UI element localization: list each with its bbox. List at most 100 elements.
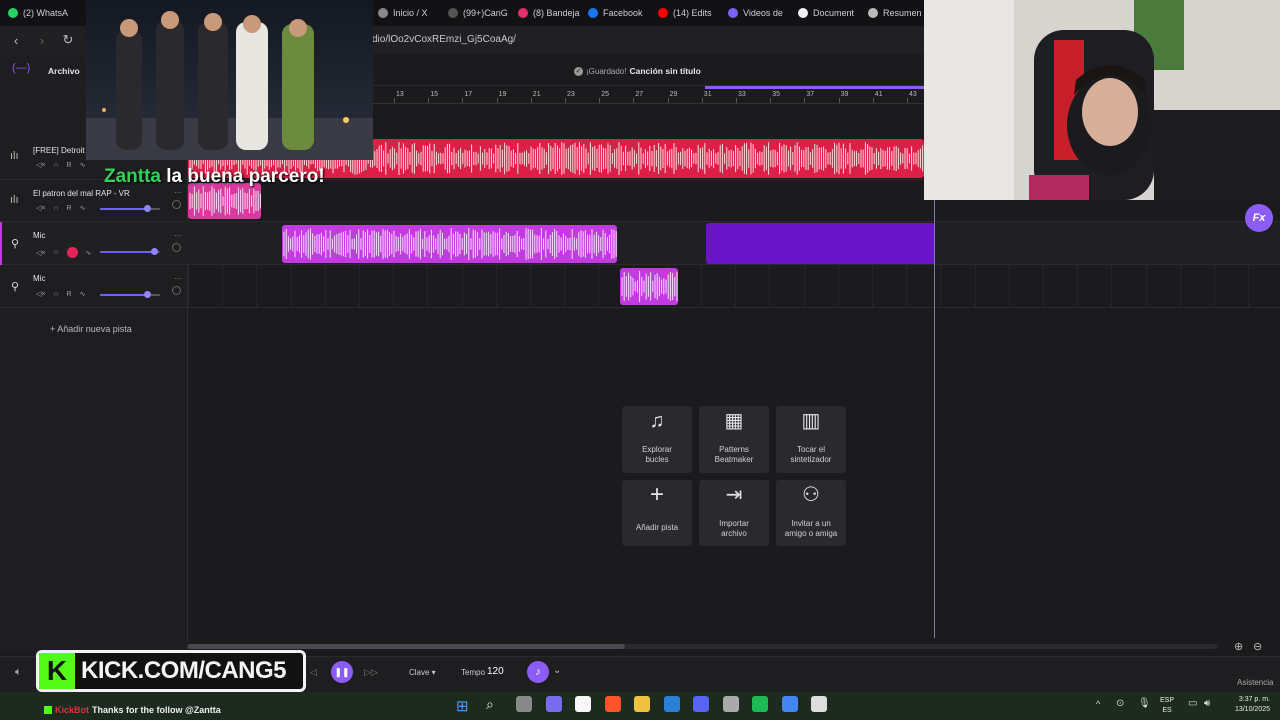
browser-tab[interactable]: Document <box>790 0 860 26</box>
pan-knob[interactable] <box>172 243 181 252</box>
help-label[interactable]: Asistencia <box>1237 678 1273 687</box>
headphones-icon[interactable]: ∩ <box>53 205 58 212</box>
fx-button[interactable]: Fx <box>1245 204 1273 232</box>
audio-clip[interactable] <box>282 225 617 263</box>
headphones-icon[interactable]: ∩ <box>53 162 58 169</box>
browser-tab[interactable]: Videos de <box>720 0 790 26</box>
zoom-in-icon[interactable]: ⊕ <box>1234 640 1243 653</box>
track-controls: ◁× ∩ R ∿ <box>36 290 86 299</box>
browser-tab[interactable]: Facebook <box>580 0 650 26</box>
audio-clip[interactable] <box>620 268 678 305</box>
automation-icon[interactable]: ∿ <box>80 161 86 169</box>
windows-start-icon[interactable]: ⊞ <box>456 697 469 715</box>
mute-icon[interactable]: ◁× <box>36 204 45 212</box>
file-explorer-icon[interactable] <box>634 696 650 712</box>
record-button[interactable]: R <box>67 162 72 169</box>
volume-slider[interactable] <box>144 291 151 298</box>
network-icon[interactable]: ▭ <box>1188 698 1197 709</box>
browser-tab[interactable]: (99+)CanG <box>440 0 510 26</box>
forward-icon[interactable]: › <box>32 30 52 50</box>
webcam-overlay <box>924 0 1280 200</box>
volume-slider[interactable] <box>151 248 158 255</box>
fast-forward-icon[interactable]: ▷▷ <box>364 667 378 678</box>
automation-icon[interactable]: ∿ <box>80 204 86 212</box>
pause-button[interactable]: ❚❚ <box>331 661 353 683</box>
record-armed-button[interactable] <box>66 247 78 258</box>
track-menu-icon[interactable]: ··· <box>174 274 182 283</box>
tray-chevron-icon[interactable]: ^ <box>1096 699 1100 709</box>
browser-tab[interactable]: (2) WhatsA <box>0 0 80 26</box>
waveform-path <box>283 227 617 261</box>
zoom-out-icon[interactable]: ⊖ <box>1253 640 1262 653</box>
recording-clip[interactable] <box>706 223 935 264</box>
metronome-button[interactable]: ♪ <box>527 661 549 683</box>
loop-region[interactable] <box>705 86 924 89</box>
track-name[interactable]: Mic <box>33 274 45 283</box>
app-icon[interactable] <box>575 696 591 712</box>
discord-icon[interactable] <box>693 696 709 712</box>
add-track-button[interactable]: + Añadir nueva pista <box>50 324 132 334</box>
invite-friend-card[interactable]: ⚇ Invitar a un amigo o amiga <box>776 480 846 546</box>
headphones-icon[interactable]: ∩ <box>53 249 58 256</box>
clock[interactable]: 3:37 p. m. 13/10/2025 <box>1226 695 1270 715</box>
browser-tab[interactable]: (14) Edits <box>650 0 720 26</box>
beatmaker-card[interactable]: ▦ Patterns Beatmaker <box>699 406 769 473</box>
menu-icon[interactable]: (—) <box>12 62 30 74</box>
automation-icon[interactable]: ∿ <box>80 290 86 298</box>
track-menu-icon[interactable]: ··· <box>174 231 182 240</box>
explore-loops-card[interactable]: ♫ Explorar bucles <box>622 406 692 473</box>
microphone-icon[interactable]: 🎙︎ <box>1138 698 1151 709</box>
waveform-path <box>189 186 261 216</box>
speaker-icon[interactable]: 🔈︎ <box>15 666 22 679</box>
key-selector[interactable]: Clave ▾ <box>409 668 436 677</box>
browser-tab[interactable]: Inicio / X <box>370 0 440 26</box>
brave-icon[interactable] <box>604 696 621 712</box>
check-icon: ✓ <box>574 66 583 76</box>
app-icon[interactable] <box>722 696 739 712</box>
synth-card[interactable]: ▥ Tocar el sintetizador <box>776 406 846 473</box>
address-bar-url[interactable]: dio/lOo2vCoxREmzi_Gj5CoaAg/ <box>372 34 516 45</box>
kick-url: KICK.COM/CANG5 <box>81 657 287 684</box>
add-track-label: Añadir nueva pista <box>57 324 132 334</box>
track-name[interactable]: El patron del mal RAP - VR <box>33 189 130 198</box>
file-menu[interactable]: Archivo <box>48 66 80 76</box>
song-title[interactable]: Canción sin título <box>629 66 700 76</box>
headphones-icon[interactable]: ∩ <box>53 291 58 298</box>
obs-icon[interactable] <box>811 696 827 712</box>
record-button[interactable]: R <box>67 205 72 212</box>
spotify-icon[interactable] <box>752 696 768 712</box>
tab-favicon-icon <box>518 8 528 18</box>
tempo-value[interactable]: 120 <box>487 666 504 677</box>
horizontal-scrollbar-thumb[interactable] <box>188 644 625 649</box>
tray-app-icon[interactable]: ⊙ <box>1116 698 1124 709</box>
ruler-tick-label: 17 <box>464 91 473 98</box>
language-indicator[interactable]: ESP ES <box>1160 696 1174 716</box>
chevron-down-icon[interactable]: ⌄ <box>553 665 561 676</box>
chrome-icon[interactable] <box>781 696 798 712</box>
volume-slider[interactable] <box>144 205 151 212</box>
add-track-card[interactable]: + Añadir pista <box>622 480 692 546</box>
import-file-card[interactable]: ⇥ Importar archivo <box>699 480 769 546</box>
mute-icon[interactable]: ◁× <box>36 249 45 257</box>
reload-icon[interactable]: ↻ <box>58 30 78 50</box>
track-name[interactable]: [FREE] Detroit <box>33 146 85 155</box>
back-icon[interactable]: ‹ <box>6 30 26 50</box>
store-icon[interactable] <box>663 696 680 712</box>
mute-icon[interactable]: ◁× <box>36 290 45 298</box>
track-menu-icon[interactable]: ··· <box>174 188 182 197</box>
rewind-icon[interactable]: ◁ <box>310 667 317 678</box>
browser-tab[interactable]: (8) Bandeja <box>510 0 580 26</box>
search-icon[interactable]: ⌕ <box>486 696 494 713</box>
track-name[interactable]: Mic <box>33 231 45 240</box>
browser-tab[interactable]: Resumen <box>860 0 930 26</box>
record-button[interactable]: R <box>67 291 72 298</box>
volume-icon[interactable]: 🔊︎ <box>1204 698 1210 709</box>
pan-knob[interactable] <box>172 286 181 295</box>
mute-icon[interactable]: ◁× <box>36 161 45 169</box>
teams-icon[interactable] <box>545 696 562 712</box>
automation-icon[interactable]: ∿ <box>86 249 92 257</box>
task-view-icon[interactable] <box>516 696 532 712</box>
audio-clip[interactable] <box>188 183 261 219</box>
ruler-tick-line <box>496 98 498 103</box>
pan-knob[interactable] <box>172 200 181 209</box>
